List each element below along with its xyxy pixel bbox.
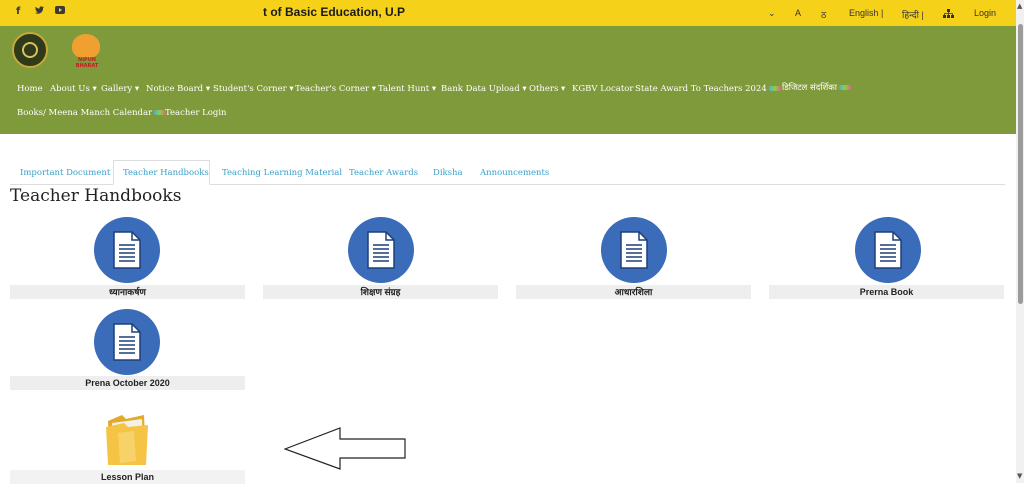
card-shikshan-sangrah[interactable]: शिक्षण संग्रह [263, 285, 498, 299]
nav-teachers-corner[interactable]: Teacher's Corner ▾ [295, 84, 376, 94]
twitter-icon[interactable] [35, 6, 44, 17]
chevron-down-icon[interactable]: ⌄ [768, 8, 776, 19]
tab-teacher-awards[interactable]: Teacher Awards [349, 168, 418, 178]
tab-teaching-learning-material[interactable]: Teaching Learning Material [222, 168, 342, 178]
card-prena-october-2020[interactable]: Prena October 2020 [10, 376, 245, 390]
nav-state-award-label: State Award To Teachers 2024 [635, 84, 767, 94]
youtube-icon[interactable] [55, 6, 65, 17]
nav-kgbv-locator[interactable]: KGBV Locator [572, 84, 633, 94]
document-icon[interactable] [601, 217, 667, 283]
lang-hindi-link[interactable]: हिन्दी | [902, 8, 924, 21]
font-size-button[interactable]: A [795, 8, 801, 18]
nav-talent-hunt[interactable]: Talent Hunt ▾ [378, 84, 436, 94]
nav-bank-data-upload[interactable]: Bank Data Upload ▾ [441, 84, 527, 94]
tab-teacher-handbooks[interactable]: Teacher Handbooks [123, 168, 209, 178]
marquee-text: t of Basic Education, U.P [263, 5, 406, 19]
scroll-up-arrow-icon[interactable]: ▲ [1017, 2, 1022, 10]
card-prerna-book[interactable]: Prerna Book [769, 285, 1004, 299]
nipun-bharat-logo[interactable]: NIPUN BHARAT [68, 30, 106, 69]
lang-english-link[interactable]: English | [849, 8, 883, 18]
nav-books-meena-manch[interactable]: Books/ Meena Manch Calendar [17, 108, 167, 118]
new-badge-icon [838, 85, 851, 90]
document-icon[interactable] [94, 309, 160, 375]
left-arrow-annotation [284, 427, 406, 470]
folder-icon[interactable] [104, 413, 150, 467]
card-aadharshila[interactable]: आधारशिला [516, 285, 751, 299]
scrollbar-thumb[interactable] [1018, 24, 1023, 304]
nav-books-label: Books/ Meena Manch Calendar [17, 108, 153, 118]
page-title: Teacher Handbooks [10, 186, 182, 206]
nipun-bharat-logo-text: NIPUN BHARAT [75, 57, 99, 69]
document-icon[interactable] [94, 217, 160, 283]
tab-diksha[interactable]: Diksha [433, 168, 463, 178]
nav-about-us[interactable]: About Us ▾ [50, 84, 97, 94]
facebook-icon[interactable]: f [16, 6, 20, 17]
nav-teacher-login[interactable]: Teacher Login [165, 108, 227, 118]
document-icon[interactable] [348, 217, 414, 283]
nav-state-award[interactable]: State Award To Teachers 2024 [635, 84, 781, 94]
nav-others[interactable]: Others ▾ [529, 84, 565, 94]
login-link[interactable]: Login [974, 8, 996, 18]
font-hindi-button[interactable]: ठ [821, 8, 826, 21]
card-dhyanakarshan[interactable]: ध्यानाकर्षण [10, 285, 245, 299]
new-badge-icon [768, 86, 781, 91]
sitemap-icon[interactable] [943, 9, 954, 20]
tab-important-document[interactable]: Important Document [20, 168, 110, 178]
card-lesson-plan[interactable]: Lesson Plan [10, 470, 245, 484]
up-government-logo[interactable] [12, 32, 48, 68]
nav-gallery[interactable]: Gallery ▾ [101, 84, 139, 94]
nav-home[interactable]: Home [17, 84, 43, 94]
nav-notice-board[interactable]: Notice Board ▾ [146, 84, 210, 94]
tab-announcements[interactable]: Announcements [480, 168, 549, 178]
nav-digital-sandarshika[interactable]: डिजिटल संदर्शिका [782, 82, 851, 93]
nav-students-corner[interactable]: Student's Corner ▾ [213, 84, 294, 94]
nav-digital-sandarshika-label: डिजिटल संदर्शिका [782, 83, 837, 93]
scroll-down-arrow-icon[interactable]: ▼ [1017, 472, 1022, 480]
document-icon[interactable] [855, 217, 921, 283]
